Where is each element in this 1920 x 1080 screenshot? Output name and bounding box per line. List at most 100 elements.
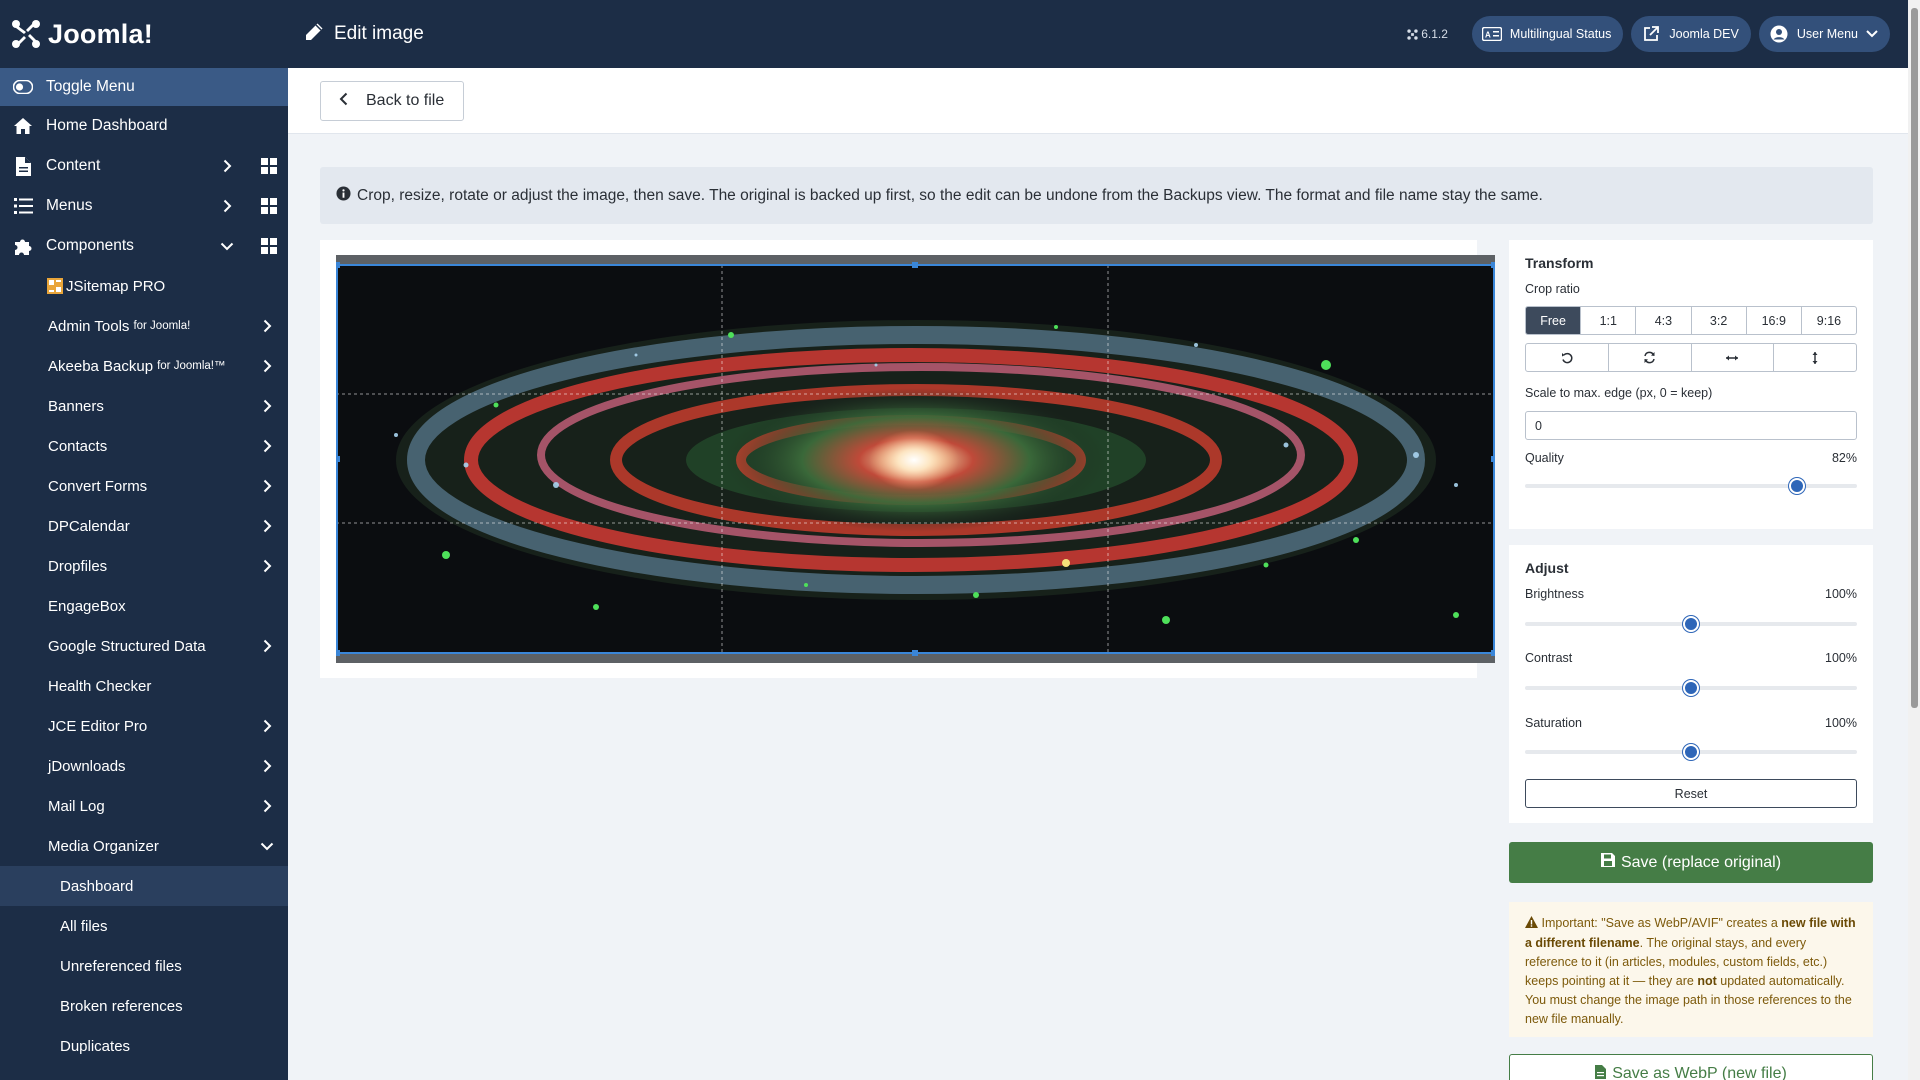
- flip-vertical-button[interactable]: [1774, 344, 1856, 371]
- transform-title: Transform: [1525, 255, 1594, 271]
- sidebar-item-label: JSitemap PRO: [66, 277, 166, 295]
- ratio-free-button[interactable]: Free: [1526, 307, 1582, 334]
- chevron-right-icon[interactable]: [259, 557, 275, 575]
- toggle-menu-button[interactable]: Toggle Menu: [0, 68, 288, 106]
- dashboard-grid-icon[interactable]: [261, 158, 277, 174]
- chevron-right-icon[interactable]: [259, 797, 275, 815]
- save-replace-original-button[interactable]: Save (replace original): [1509, 842, 1873, 883]
- scale-input[interactable]: 0: [1525, 411, 1857, 440]
- sidebar-item-admin-tools[interactable]: Admin Tools for Joomla!: [0, 306, 288, 346]
- ratio-9-16-button[interactable]: 9:16: [1802, 307, 1856, 334]
- sidebar-item-akeeba-backup[interactable]: Akeeba Backup for Joomla!™: [0, 346, 288, 386]
- rotate-right-button[interactable]: [1609, 344, 1692, 371]
- chevron-right-icon[interactable]: [219, 197, 235, 215]
- sidebar-item-duplicates[interactable]: Duplicates: [0, 1026, 288, 1066]
- sidebar: Joomla! Toggle Menu Home Dashboard Conte…: [0, 0, 288, 1080]
- saturation-slider[interactable]: [1525, 742, 1857, 762]
- back-to-file-label: Back to file: [366, 92, 445, 109]
- brightness-row: Brightness 100%: [1525, 587, 1857, 601]
- reset-button[interactable]: Reset: [1525, 779, 1857, 808]
- chevron-right-icon[interactable]: [259, 637, 275, 655]
- sidebar-item-dropfiles[interactable]: Dropfiles: [0, 546, 288, 586]
- ratio-3-2-button[interactable]: 3:2: [1692, 307, 1747, 334]
- sidebar-item-label: Admin Tools: [48, 317, 130, 335]
- slider-thumb[interactable]: [1789, 478, 1806, 494]
- sidebar-item-label: Content: [46, 157, 101, 174]
- sidebar-item-jdownloads[interactable]: jDownloads: [0, 746, 288, 786]
- chevron-down-icon[interactable]: [219, 237, 235, 255]
- sidebar-item-jsitemap-pro[interactable]: JSitemap PRO: [0, 266, 288, 306]
- sidebar-item-jce-editor-pro[interactable]: JCE Editor Pro: [0, 706, 288, 746]
- multilingual-status-label: Multilingual Status: [1509, 27, 1612, 41]
- scrollbar-thumb[interactable]: [1911, 8, 1918, 708]
- chevron-right-icon[interactable]: [259, 477, 275, 495]
- toggle-menu-label: Toggle Menu: [46, 78, 135, 95]
- save-replace-original-label: Save (replace original): [1620, 853, 1782, 871]
- joomla-version: 6.1.2: [1407, 27, 1448, 41]
- ratio-1-1-button[interactable]: 1:1: [1581, 307, 1637, 334]
- chevron-right-icon[interactable]: [259, 717, 275, 735]
- sidebar-item-dpcalendar[interactable]: DPCalendar: [0, 506, 288, 546]
- home-icon: [12, 115, 34, 137]
- save-as-webp-button[interactable]: Save as WebP (new file): [1509, 1054, 1873, 1080]
- ratio-4-3-button[interactable]: 4:3: [1636, 307, 1692, 334]
- chevron-right-icon[interactable]: [259, 357, 275, 375]
- chevron-right-icon[interactable]: [259, 317, 275, 335]
- sidebar-item-home-dashboard[interactable]: Home Dashboard: [0, 106, 288, 146]
- chevron-right-icon[interactable]: [259, 437, 275, 455]
- site-link-button[interactable]: Joomla DEV: [1631, 16, 1751, 52]
- jsitemap-icon: [47, 278, 63, 294]
- sidebar-item-label: Broken references: [60, 997, 183, 1015]
- chevron-right-icon[interactable]: [259, 757, 275, 775]
- sidebar-item-convert-forms[interactable]: Convert Forms: [0, 466, 288, 506]
- save-as-webp-label: Save as WebP (new file): [1612, 1065, 1787, 1080]
- file-icon: [12, 155, 34, 177]
- file-icon: [1595, 1064, 1607, 1080]
- sidebar-item-label: Google Structured Data: [48, 637, 206, 655]
- page-scrollbar[interactable]: [1908, 0, 1920, 1080]
- sidebar-item-google-structured-data[interactable]: Google Structured Data: [0, 626, 288, 666]
- sidebar-item-broken-references[interactable]: Broken references: [0, 986, 288, 1026]
- crop-ratio-label: Crop ratio: [1525, 282, 1580, 296]
- sidebar-item-mo-dashboard[interactable]: Dashboard: [0, 866, 288, 906]
- ratio-16-9-button[interactable]: 16:9: [1747, 307, 1802, 334]
- rotate-flip-group: [1525, 343, 1857, 372]
- sidebar-item-media-organizer[interactable]: Media Organizer: [0, 826, 288, 866]
- sidebar-item-health-checker[interactable]: Health Checker: [0, 666, 288, 706]
- scale-label: Scale to max. edge (px, 0 = keep): [1525, 386, 1713, 400]
- joomla-logo[interactable]: Joomla!: [0, 0, 288, 68]
- slider-thumb[interactable]: [1683, 616, 1699, 632]
- warning-bold-not: not: [1697, 974, 1717, 988]
- chevron-right-icon[interactable]: [219, 157, 235, 175]
- sidebar-item-contacts[interactable]: Contacts: [0, 426, 288, 466]
- chevron-down-icon[interactable]: [259, 837, 275, 855]
- sidebar-item-all-files[interactable]: All files: [0, 906, 288, 946]
- brightness-value: 100%: [1825, 587, 1857, 601]
- sidebar-item-label: Duplicates: [60, 1037, 131, 1055]
- quality-slider[interactable]: [1525, 476, 1857, 496]
- sidebar-item-content[interactable]: Content: [0, 146, 288, 186]
- dashboard-grid-icon[interactable]: [261, 198, 277, 214]
- dashboard-grid-icon[interactable]: [261, 238, 277, 254]
- sidebar-item-components[interactable]: Components: [0, 226, 288, 266]
- chevron-right-icon[interactable]: [259, 517, 275, 535]
- rotate-left-button[interactable]: [1526, 344, 1609, 371]
- flip-horizontal-button[interactable]: [1692, 344, 1775, 371]
- slider-thumb[interactable]: [1683, 680, 1699, 696]
- image-canvas[interactable]: [336, 255, 1495, 663]
- contrast-slider[interactable]: [1525, 678, 1857, 698]
- info-alert-text: Crop, resize, rotate or adjust the image…: [357, 186, 1543, 204]
- puzzle-icon: [12, 235, 34, 257]
- chevron-right-icon[interactable]: [259, 397, 275, 415]
- brightness-slider[interactable]: [1525, 614, 1857, 634]
- multilingual-status-button[interactable]: A Multilingual Status: [1471, 16, 1624, 52]
- back-to-file-button[interactable]: Back to file: [320, 81, 464, 121]
- sidebar-item-mail-log[interactable]: Mail Log: [0, 786, 288, 826]
- sidebar-item-unreferenced-files[interactable]: Unreferenced files: [0, 946, 288, 986]
- sidebar-item-engagebox[interactable]: EngageBox: [0, 586, 288, 626]
- sidebar-item-menus[interactable]: Menus: [0, 186, 288, 226]
- sidebar-item-banners[interactable]: Banners: [0, 386, 288, 426]
- slider-thumb[interactable]: [1683, 744, 1699, 760]
- user-menu-button[interactable]: User Menu: [1758, 16, 1890, 52]
- brightness-label: Brightness: [1525, 587, 1585, 601]
